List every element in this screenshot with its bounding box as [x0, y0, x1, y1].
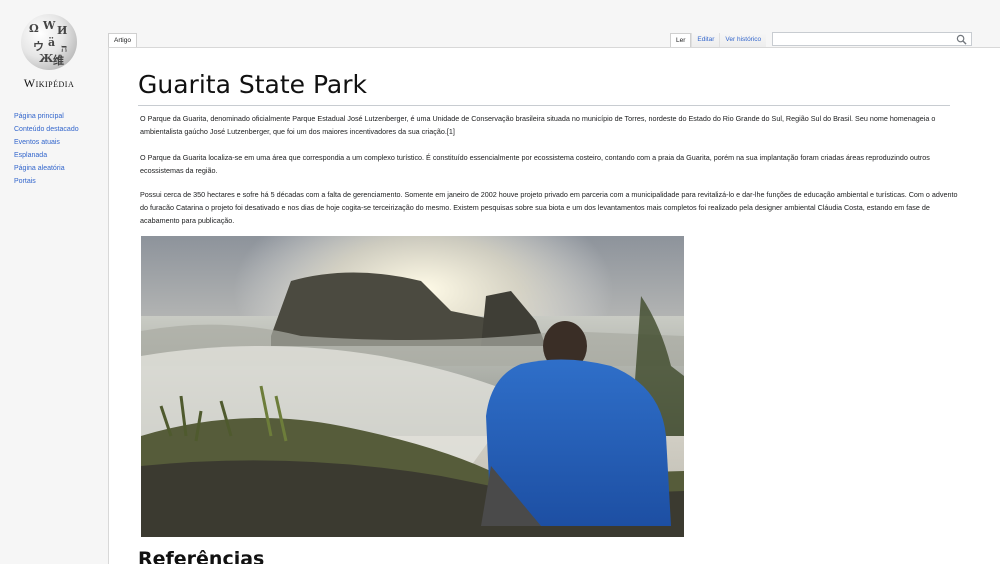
title-divider — [138, 105, 950, 106]
wikipedia-globe-icon: Ω W И ウ ä ה Ж 维 — [21, 14, 77, 70]
references-heading: Referências — [138, 548, 265, 564]
sidebar-item-esplanada[interactable]: Esplanada — [14, 149, 79, 162]
left-panel: Ω W И ウ ä ה Ж 维 Wikipédia Página princip… — [0, 0, 108, 564]
search-box — [772, 32, 972, 51]
search-icon[interactable] — [956, 34, 967, 45]
wordmark: Wikipédia — [23, 76, 75, 90]
sidebar-item-current-events[interactable]: Eventos atuais — [14, 136, 79, 149]
tab-article[interactable]: Artigo — [108, 33, 137, 48]
view-tabs: Ler Editar Ver histórico — [670, 33, 767, 48]
sidebar-item-main-page[interactable]: Página principal — [14, 110, 79, 123]
paragraph: Possui cerca de 350 hectares e sofre há … — [140, 190, 958, 225]
park-photo[interactable] — [141, 236, 684, 537]
sidebar-link[interactable]: Portais — [14, 178, 36, 185]
paragraph: O Parque da Guarita localiza-se em uma á… — [140, 153, 930, 175]
wikipedia-logo[interactable]: Ω W И ウ ä ה Ж 维 Wikipédia — [14, 14, 84, 94]
sidebar-link[interactable]: Eventos atuais — [14, 139, 60, 146]
tab-history[interactable]: Ver histórico — [719, 33, 767, 48]
sidebar-nav: Página principal Conteúdo destacado Even… — [14, 110, 79, 188]
page-title: Guarita State Park — [138, 70, 367, 99]
tab-read[interactable]: Ler — [670, 33, 692, 48]
sidebar-link[interactable]: Conteúdo destacado — [14, 126, 79, 133]
sidebar-item-featured[interactable]: Conteúdo destacado — [14, 123, 79, 136]
sidebar-link[interactable]: Página principal — [14, 113, 64, 120]
sidebar-link[interactable]: Esplanada — [14, 152, 47, 159]
sidebar-item-random[interactable]: Página aleatória — [14, 162, 79, 175]
tab-edit[interactable]: Editar — [691, 33, 720, 48]
sidebar-item-portals[interactable]: Portais — [14, 175, 79, 188]
paragraph: O Parque da Guarita, denominado oficialm… — [140, 114, 936, 136]
sidebar-link[interactable]: Página aleatória — [14, 165, 65, 172]
article-content: Guarita State Park O Parque da Guarita, … — [108, 47, 1000, 564]
